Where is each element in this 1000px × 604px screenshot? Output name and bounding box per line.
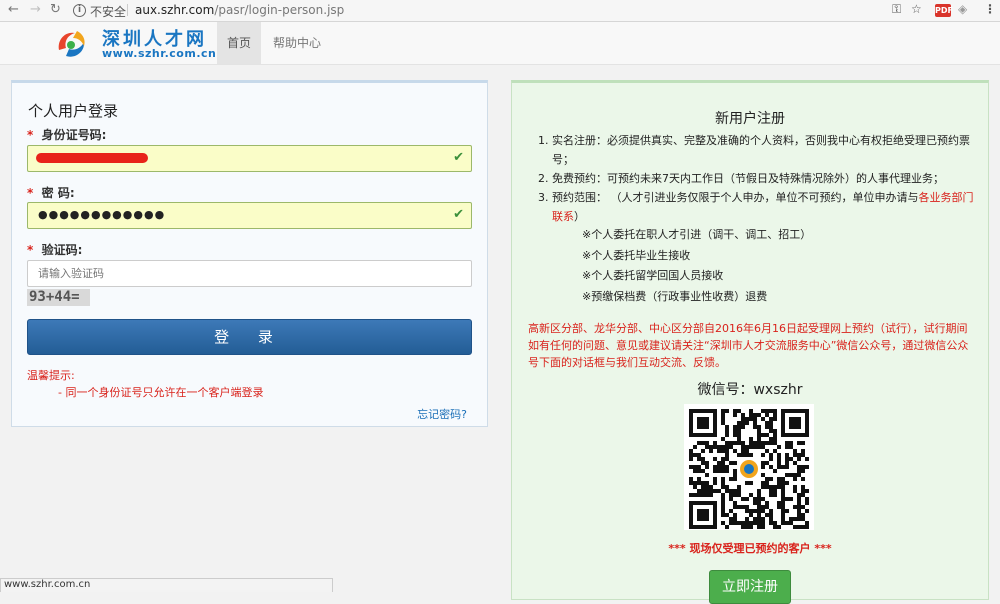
required-mark: * (27, 243, 34, 257)
register-title: 新用户注册 (715, 111, 785, 127)
info-icon[interactable]: i (73, 4, 86, 17)
pdf-extension-icon[interactable]: PDF (935, 4, 953, 17)
password-dots: ●●●●●●●●●●●● (38, 208, 166, 221)
captcha-input[interactable] (27, 260, 472, 287)
qr-code (684, 404, 814, 530)
wechat-id: 微信号：wxszhr (697, 382, 803, 398)
check-icon: ✔ (453, 150, 464, 165)
url-divider (127, 4, 128, 16)
captcha-image[interactable]: 93+44= (27, 289, 90, 306)
insecure-label: 不安全 (90, 5, 127, 19)
scope-item: ※个人委托留学回国人员接收 (582, 269, 724, 282)
list-item: 2. 免费预约：可预约未来7天内工作日（节假日及特殊情况除外）的人事代理业务； (538, 172, 944, 185)
id-number-label: * 身份证号码: (27, 128, 107, 142)
login-button[interactable]: 登 录 (27, 319, 472, 355)
nav-help-center[interactable]: 帮助中心 (273, 22, 321, 64)
list-item: 1. 实名注册：必须提供真实、完整及准确的个人资料，否则我中心有权拒绝受理已预约票… (538, 134, 970, 166)
login-title: 个人用户登录 (28, 102, 119, 120)
redacted-value (36, 153, 148, 163)
password-label: * 密 码: (27, 186, 75, 200)
site-header: 深圳人才网 www.szhr.com.cn 首页 帮助中心 (0, 22, 1000, 65)
back-arrow-icon[interactable]: ← (8, 2, 19, 17)
url-host: aux.szhr.com (135, 3, 215, 17)
register-rules-list: 1. 实名注册：必须提供真实、完整及准确的个人资料，否则我中心有权拒绝受理已预约票… (538, 131, 978, 226)
browser-toolbar: ← → ↻ i 不安全 aux.szhr.com/pasr/login-pers… (0, 0, 1000, 22)
id-number-input[interactable]: ✔ (27, 145, 472, 172)
scope-item: ※个人委托毕业生接收 (582, 249, 691, 262)
status-bar: www.szhr.com.cn (0, 578, 333, 592)
browser-menu-icon[interactable]: ⋮ (984, 2, 996, 16)
notice-text: 高新区分部、龙华分部、中心区分部自2016年6月16日起受理网上预约（试行），试… (528, 322, 969, 369)
tips-text: - 同一个身份证号只允许在一个客户端登录 (58, 386, 264, 399)
extension-icon[interactable]: ◈ (958, 2, 967, 16)
url-path: /pasr/login-person.jsp (214, 3, 345, 17)
password-input[interactable]: ●●●●●●●●●●●● ✔ (27, 202, 472, 229)
login-panel: 个人用户登录 * 身份证号码: ✔ * 密 码: ●●●●●●●●●●●● ✔ … (11, 80, 488, 427)
required-mark: * (27, 186, 34, 200)
captcha-label: * 验证码: (27, 243, 83, 257)
nav-home[interactable]: 首页 (217, 22, 261, 64)
tips-title: 温馨提示: (27, 369, 75, 382)
logo-icon[interactable] (53, 26, 89, 62)
scope-item: ※个人委托在职人才引进（调干、调工、招工） (582, 228, 812, 241)
register-button[interactable]: 立即注册 (709, 570, 791, 604)
key-icon[interactable]: ⚿ (892, 2, 901, 17)
forgot-password-link[interactable]: 忘记密码? (417, 406, 467, 422)
scope-item: ※预缴保档费（行政事业性收费）退费 (582, 290, 768, 303)
check-icon: ✔ (453, 207, 464, 222)
forward-arrow-icon[interactable]: → (30, 2, 41, 17)
logo-english-text: www.szhr.com.cn (102, 47, 217, 60)
reload-icon[interactable]: ↻ (50, 2, 61, 17)
qr-note: *** 现场仅受理已预约的客户 *** (668, 542, 832, 555)
required-mark: * (27, 128, 34, 142)
bookmark-star-icon[interactable]: ☆ (911, 2, 922, 16)
address-bar[interactable]: aux.szhr.com/pasr/login-person.jsp (135, 3, 344, 17)
list-item: 3. 预约范围： （人才引进业务仅限于个人申办，单位不可预约，单位申办请与各业务部… (538, 191, 974, 223)
register-panel: 新用户注册 1. 实名注册：必须提供真实、完整及准确的个人资料，否则我中心有权拒绝… (511, 80, 989, 604)
